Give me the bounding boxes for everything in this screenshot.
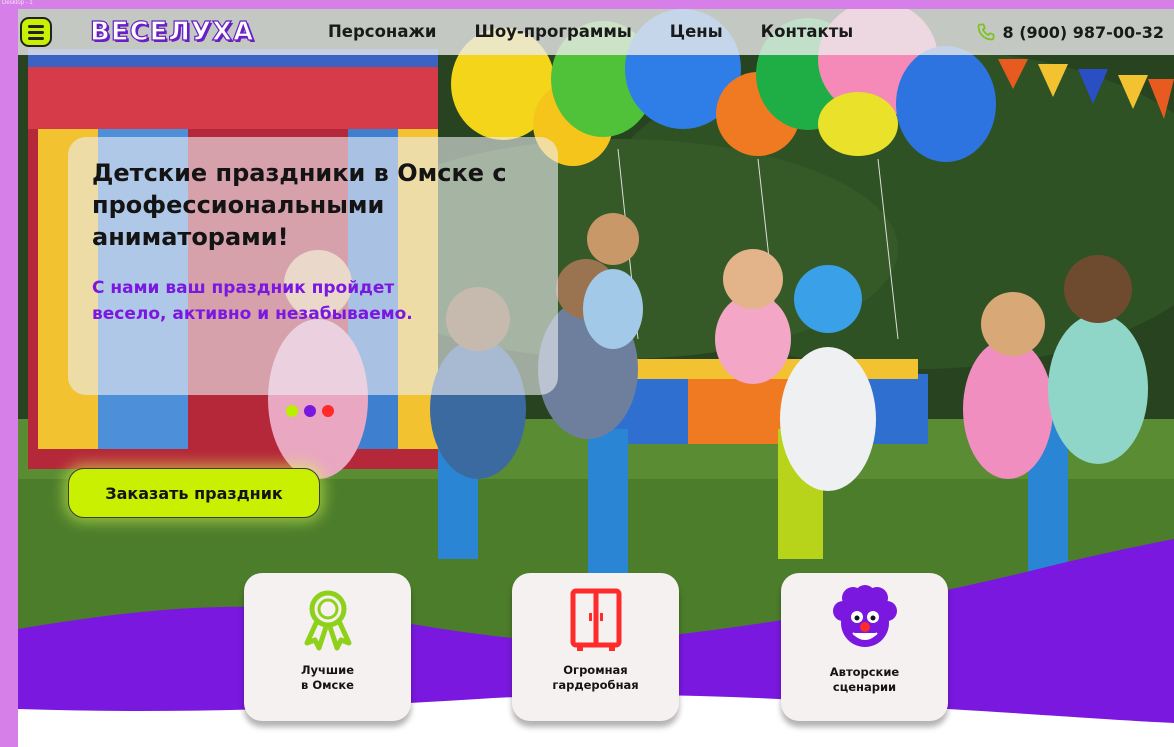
menu-line-icon xyxy=(28,36,44,40)
header-phone[interactable]: 8 (900) 987-00-32 xyxy=(976,22,1164,42)
ribbon-award-icon xyxy=(304,590,351,651)
artboard-caption: Desktop - 1 xyxy=(2,0,33,6)
feature-label: Лучшие в Омске xyxy=(300,663,354,692)
wardrobe-icon xyxy=(570,588,621,651)
feature-card-best: Лучшие в Омске xyxy=(244,573,411,721)
slider-dots xyxy=(286,405,334,417)
feature-label: Огромная гардеробная xyxy=(552,663,639,692)
hero-subtitle: С нами ваш праздник пройдет весело, акти… xyxy=(92,278,413,324)
site-logo[interactable]: ВЕСЕЛУХА xyxy=(89,16,254,47)
clown-face-icon xyxy=(832,585,897,647)
phone-number: 8 (900) 987-00-32 xyxy=(1002,22,1164,42)
slider-dot[interactable] xyxy=(286,405,298,417)
nav-link-shows[interactable]: Шоу-программы xyxy=(474,22,631,41)
main-nav: Персонажи Шоу-программы Цены Контакты xyxy=(328,22,891,41)
menu-line-icon xyxy=(28,24,44,28)
feature-card-wardrobe: Огромная гардеробная xyxy=(512,573,679,721)
page-frame: ВЕСЕЛУХА Персонажи Шоу-программы Цены Ко… xyxy=(18,9,1174,747)
phone-icon xyxy=(978,23,995,41)
hero-title: Детские праздники в Омске с профессионал… xyxy=(92,159,507,251)
slider-dot[interactable] xyxy=(322,405,334,417)
nav-link-characters[interactable]: Персонажи xyxy=(328,22,436,41)
slider-dot[interactable] xyxy=(304,405,316,417)
order-party-button[interactable]: Заказать праздник xyxy=(68,468,320,518)
feature-label: Авторские сценарии xyxy=(829,665,900,694)
nav-link-prices[interactable]: Цены xyxy=(670,22,723,41)
menu-line-icon xyxy=(28,30,44,34)
nav-link-contacts[interactable]: Контакты xyxy=(761,22,854,41)
feature-card-scenarios: Авторские сценарии xyxy=(781,573,948,721)
hamburger-menu-button[interactable] xyxy=(20,17,52,47)
hero-card: Детские праздники в Омске с профессионал… xyxy=(68,137,558,395)
site-header: ВЕСЕЛУХА Персонажи Шоу-программы Цены Ко… xyxy=(18,9,1174,55)
